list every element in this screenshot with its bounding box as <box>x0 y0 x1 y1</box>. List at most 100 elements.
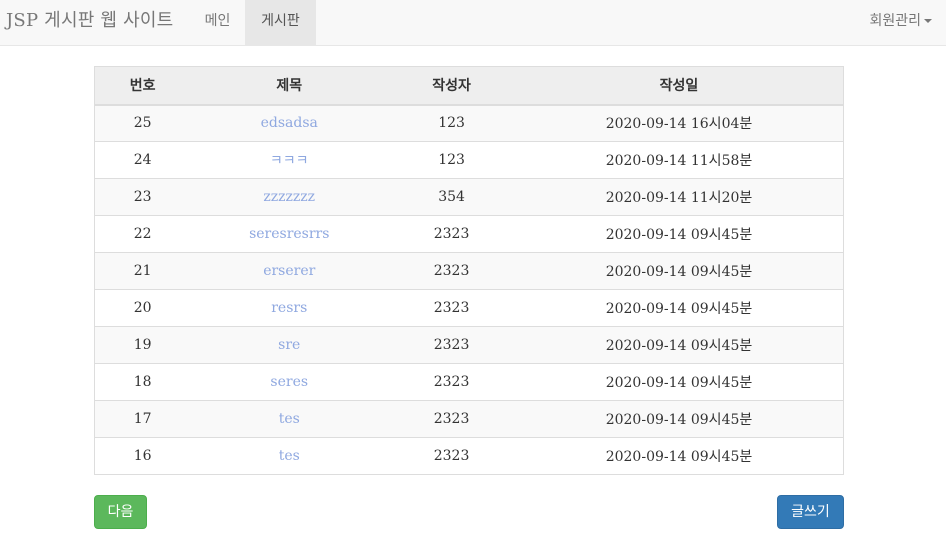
post-number: 23 <box>133 189 152 205</box>
post-number: 18 <box>133 374 152 390</box>
post-title-link[interactable]: erserer <box>263 263 315 279</box>
table-cell-title: edsadsa <box>190 104 389 142</box>
table-cell-writer: 123 <box>388 141 515 179</box>
table-cell-writer: 2323 <box>388 437 515 475</box>
post-writer: 123 <box>438 152 465 168</box>
table-cell-date: 2020-09-14 09시45분 <box>514 326 844 364</box>
post-title-link[interactable]: tes <box>279 448 300 464</box>
next-page-button[interactable]: 다음 <box>94 495 147 529</box>
table-cell-date: 2020-09-14 09시45분 <box>514 215 844 253</box>
table-row: 18 seres 2323 2020-09-14 09시45분 <box>94 363 844 401</box>
post-number: 22 <box>133 226 152 242</box>
table-cell-date: 2020-09-14 11시20분 <box>514 178 844 216</box>
post-title-link[interactable]: seres <box>270 374 308 390</box>
header-date: 작성일 <box>514 66 844 106</box>
post-writer: 354 <box>438 189 465 205</box>
table-cell-date: 2020-09-14 09시45분 <box>514 363 844 401</box>
table-cell-title: erserer <box>190 252 389 290</box>
table-cell-no: 21 <box>94 252 191 290</box>
table-cell-no: 23 <box>94 178 191 216</box>
post-date: 2020-09-14 09시45분 <box>605 338 753 354</box>
post-writer: 123 <box>438 115 465 132</box>
post-writer: 2323 <box>433 411 470 427</box>
table-cell-writer: 2323 <box>388 326 515 364</box>
table-cell-title: tes <box>190 437 389 475</box>
table-cell-title: tes <box>190 400 389 438</box>
post-date: 2020-09-14 09시45분 <box>605 227 753 243</box>
post-title-link[interactable]: sre <box>278 337 300 353</box>
table-cell-writer: 354 <box>388 178 515 216</box>
post-number: 17 <box>133 411 152 427</box>
post-title-link[interactable]: zzzzzzz <box>263 189 315 205</box>
post-writer: 2323 <box>433 337 470 353</box>
table-cell-writer: 123 <box>388 104 515 142</box>
table-row: 17 tes 2323 2020-09-14 09시45분 <box>94 400 844 438</box>
post-writer: 2323 <box>433 300 470 316</box>
header-writer: 작성자 <box>388 66 515 106</box>
table-cell-writer: 2323 <box>388 400 515 438</box>
table-cell-no: 24 <box>94 141 191 179</box>
post-number: 25 <box>133 115 152 132</box>
post-writer: 2323 <box>433 263 470 279</box>
post-number: 19 <box>133 337 152 353</box>
nav-item-board[interactable]: 게시판 <box>245 0 316 45</box>
table-cell-title: resrs <box>190 289 389 327</box>
post-date: 2020-09-14 16시04분 <box>605 116 753 133</box>
table-cell-no: 18 <box>94 363 191 401</box>
table-cell-title: ㅋㅋㅋ <box>190 141 389 179</box>
table-cell-date: 2020-09-14 11시58분 <box>514 141 844 179</box>
post-title-link[interactable]: ㅋㅋㅋ <box>270 153 309 169</box>
brand-link[interactable]: JSP 게시판 웹 사이트 <box>6 0 173 45</box>
nav-item-main[interactable]: 메인 <box>190 0 245 45</box>
post-date: 2020-09-14 09시45분 <box>605 264 753 280</box>
post-date: 2020-09-14 09시45분 <box>605 375 753 391</box>
table-row: 25 edsadsa 123 2020-09-14 16시04분 <box>94 104 844 142</box>
member-menu-dropdown[interactable]: 회원관리 <box>852 0 932 45</box>
table-cell-no: 19 <box>94 326 191 364</box>
header-no: 번호 <box>94 66 191 106</box>
table-cell-date: 2020-09-14 09시45분 <box>514 289 844 327</box>
table-row: 16 tes 2323 2020-09-14 09시45분 <box>94 437 844 475</box>
navbar: JSP 게시판 웹 사이트 메인 게시판 회원관리 <box>0 0 946 46</box>
board-table-header: 번호 제목 작성자 작성일 <box>94 66 844 106</box>
table-cell-title: zzzzzzz <box>190 178 389 216</box>
table-cell-date: 2020-09-14 16시04분 <box>514 104 844 142</box>
post-title-link[interactable]: edsadsa <box>261 115 318 131</box>
post-writer: 2323 <box>433 448 470 464</box>
table-cell-title: seres <box>190 363 389 401</box>
write-post-button[interactable]: 글쓰기 <box>777 495 844 529</box>
post-number: 24 <box>133 152 152 168</box>
table-row: 19 sre 2323 2020-09-14 09시45분 <box>94 326 844 364</box>
header-title: 제목 <box>190 66 389 106</box>
table-cell-date: 2020-09-14 09시45분 <box>514 437 844 475</box>
table-cell-writer: 2323 <box>388 363 515 401</box>
post-writer: 2323 <box>433 226 470 242</box>
post-title-link[interactable]: seresresrrs <box>249 226 329 242</box>
post-date: 2020-09-14 11시20분 <box>605 190 753 206</box>
post-date: 2020-09-14 09시45분 <box>605 449 753 465</box>
post-date: 2020-09-14 11시58분 <box>605 153 753 169</box>
table-cell-writer: 2323 <box>388 252 515 290</box>
table-cell-no: 20 <box>94 289 191 327</box>
caret-down-icon <box>924 19 932 23</box>
table-row: 22 seresresrrs 2323 2020-09-14 09시45분 <box>94 215 844 253</box>
table-row: 20 resrs 2323 2020-09-14 09시45분 <box>94 289 844 327</box>
post-number: 20 <box>133 300 152 316</box>
header-row: 번호 제목 작성자 작성일 <box>94 66 844 106</box>
table-cell-no: 22 <box>94 215 191 253</box>
post-title-link[interactable]: resrs <box>271 300 307 316</box>
table-cell-date: 2020-09-14 09시45분 <box>514 252 844 290</box>
table-row: 23 zzzzzzz 354 2020-09-14 11시20분 <box>94 178 844 216</box>
table-cell-no: 17 <box>94 400 191 438</box>
board-table-body: 25 edsadsa 123 2020-09-14 16시04분 24 ㅋㅋㅋ 123 202… <box>94 104 844 475</box>
table-row: 24 ㅋㅋㅋ 123 2020-09-14 11시58분 <box>94 141 844 179</box>
post-date: 2020-09-14 09시45분 <box>605 301 753 317</box>
post-date: 2020-09-14 09시45분 <box>605 412 753 428</box>
table-cell-title: seresresrrs <box>190 215 389 253</box>
table-cell-date: 2020-09-14 09시45분 <box>514 400 844 438</box>
member-menu-label: 회원관리 <box>869 13 921 29</box>
table-cell-title: sre <box>190 326 389 364</box>
board-table: 번호 제목 작성자 작성일 25 edsadsa 123 2020-09-14 16시… <box>94 66 844 475</box>
post-title-link[interactable]: tes <box>279 411 300 427</box>
post-number: 21 <box>133 263 152 279</box>
